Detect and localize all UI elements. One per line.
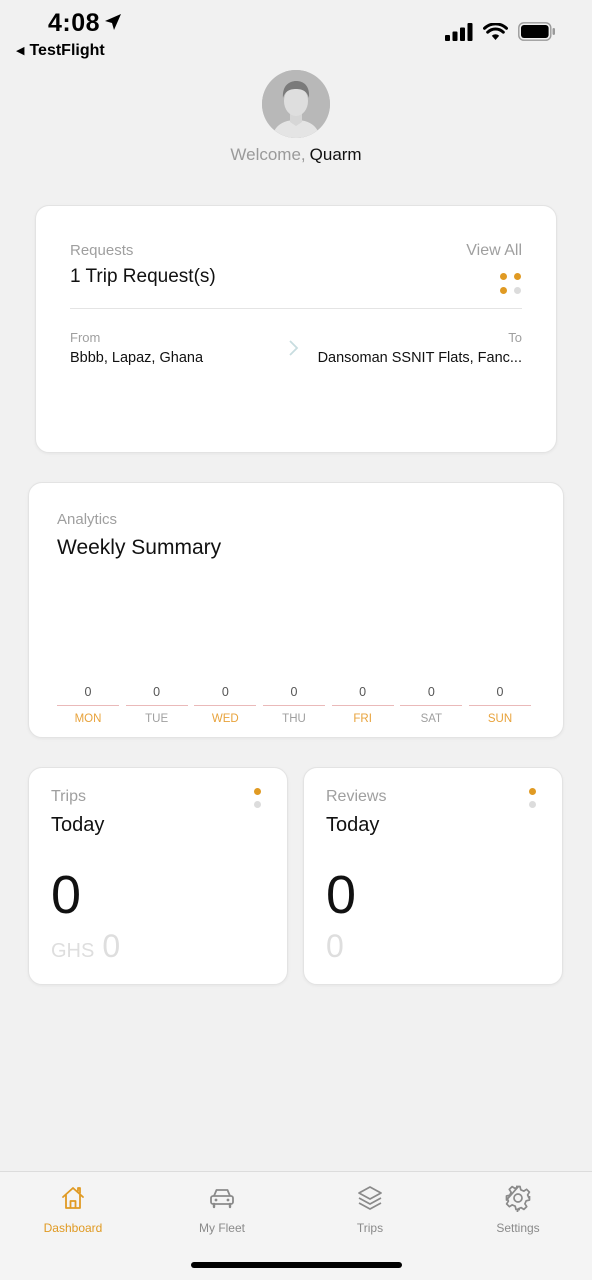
tab-trips[interactable]: Trips: [315, 1184, 425, 1235]
chart-day-value: 0: [221, 685, 229, 699]
chart-day-column: 0 SAT: [400, 683, 463, 725]
trips-period-title: Today: [51, 814, 105, 836]
tab-label: My Fleet: [198, 1221, 245, 1235]
location-arrow-icon: [104, 13, 122, 36]
requests-card[interactable]: Requests 1 Trip Request(s) View All From…: [35, 205, 557, 453]
reviews-today-card[interactable]: Reviews Today 0 0: [303, 767, 563, 985]
divider: [70, 308, 522, 309]
weekly-summary-chart: 0 MON 0 TUE 0 WED 0 THU 0 FRI 0 SAT 0 SUN: [57, 683, 531, 725]
chart-baseline: [125, 705, 188, 706]
analytics-label: Analytics: [57, 511, 118, 528]
chart-day-column: 0 FRI: [331, 683, 394, 725]
requests-label: Requests: [70, 242, 134, 259]
indicator-dots-icon: [254, 788, 261, 810]
trips-label: Trips: [51, 788, 86, 805]
user-avatar-icon[interactable]: [262, 70, 330, 138]
view-all-link[interactable]: View All: [466, 242, 522, 260]
home-icon: [18, 1184, 128, 1212]
chart-day-label: FRI: [353, 713, 372, 725]
layers-icon: [315, 1184, 425, 1212]
reviews-count: 0: [326, 865, 357, 925]
trips-count: 0: [51, 865, 82, 925]
home-indicator: [191, 1262, 402, 1268]
earnings-value: 0: [102, 928, 121, 964]
chart-baseline: [57, 705, 119, 706]
reviews-label: Reviews: [326, 788, 387, 805]
welcome-message: Welcome, Quarm: [0, 145, 592, 165]
analytics-card: Analytics Weekly Summary 0 MON 0 TUE 0 WED 0 TH…: [28, 482, 564, 738]
trip-request-count: 1 Trip Request(s): [70, 266, 216, 287]
back-app-label: TestFlight: [29, 42, 105, 59]
chart-baseline: [263, 705, 325, 706]
from-location: Bbbb, Lapaz, Ghana: [70, 350, 204, 366]
chart-day-value: 0: [84, 685, 92, 699]
chart-day-label: SAT: [420, 713, 443, 725]
weekly-summary-title: Weekly Summary: [57, 536, 222, 559]
currency-label: GHS: [51, 940, 95, 962]
tab-settings[interactable]: Settings: [463, 1184, 573, 1235]
chart-baseline: [400, 705, 463, 706]
chart-day-value: 0: [359, 685, 367, 699]
from-label: From: [70, 330, 101, 345]
status-time: 4:08: [48, 9, 101, 37]
back-to-app-link[interactable]: ◀ TestFlight: [16, 42, 105, 60]
chart-day-value: 0: [427, 685, 435, 699]
user-name: Quarm: [309, 145, 362, 164]
tab-label: Settings: [496, 1221, 540, 1235]
chart-day-label: MON: [74, 713, 102, 725]
tab-label: Dashboard: [43, 1221, 103, 1235]
chart-day-label: THU: [282, 713, 306, 725]
chart-day-value: 0: [496, 685, 504, 699]
chart-baseline: [469, 705, 531, 706]
chart-day-label: WED: [211, 713, 239, 725]
chart-day-value: 0: [290, 685, 298, 699]
chart-day-value: 0: [153, 685, 161, 699]
chart-day-label: TUE: [145, 713, 169, 725]
car-icon: [167, 1184, 277, 1212]
chart-day-column: 0 THU: [263, 683, 325, 725]
back-triangle-icon: ◀: [16, 45, 25, 57]
to-location: Dansoman SSNIT Flats, Fanc...: [317, 350, 522, 366]
tab-dashboard[interactable]: Dashboard: [18, 1184, 128, 1235]
reviews-sub: 0: [326, 928, 344, 965]
system-icons: [445, 21, 556, 46]
status-bar: 4:08 ◀ TestFlight: [0, 0, 592, 66]
indicator-dots-icon: [529, 788, 536, 810]
welcome-text: Welcome,: [230, 145, 306, 164]
tab-label: Trips: [356, 1221, 384, 1235]
chart-day-column: 0 SUN: [469, 683, 531, 725]
chart-baseline: [331, 705, 394, 706]
chart-baseline: [194, 705, 257, 706]
battery-icon: [518, 22, 556, 46]
chart-day-column: 0 WED: [194, 683, 257, 725]
reviews-sub-value: 0: [326, 928, 344, 964]
chart-day-label: SUN: [487, 713, 513, 725]
gear-icon: [463, 1184, 573, 1212]
wifi-icon: [483, 21, 508, 46]
loading-dots-icon: [500, 273, 522, 295]
trips-today-card[interactable]: Trips Today 0 GHS 0: [28, 767, 288, 985]
chart-day-column: 0 TUE: [125, 683, 188, 725]
tab-my-fleet[interactable]: My Fleet: [167, 1184, 277, 1235]
earnings-amount: GHS 0: [51, 928, 120, 965]
cellular-signal-icon: [445, 22, 473, 46]
to-label: To: [508, 330, 522, 345]
chart-day-column: 0 MON: [57, 683, 119, 725]
chevron-right-icon: [288, 339, 300, 362]
reviews-period-title: Today: [326, 814, 380, 836]
